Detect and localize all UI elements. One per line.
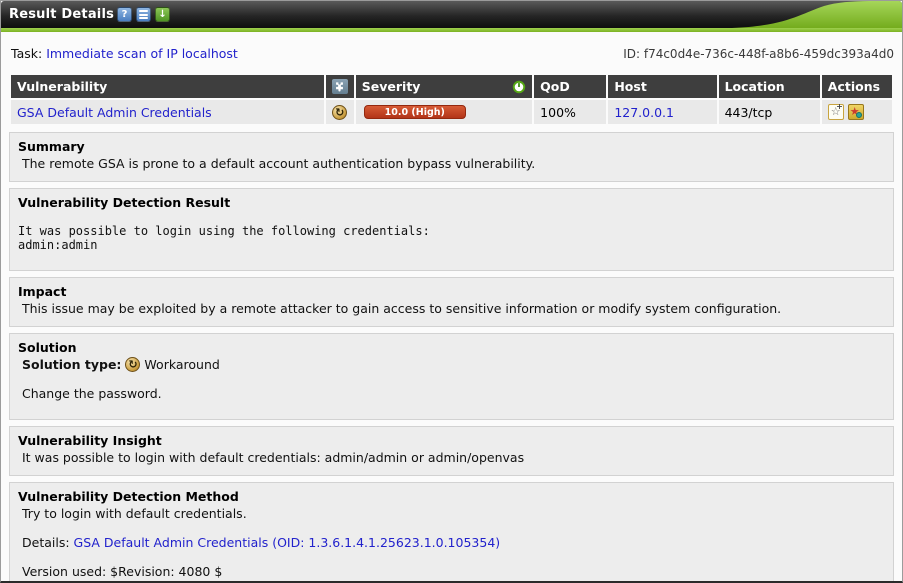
- result-table: Vulnerability Severity: [9, 73, 894, 126]
- severity-cell: 10.0 (High): [356, 100, 532, 124]
- detection-result-title: Vulnerability Detection Result: [18, 195, 885, 210]
- table-header-row: Vulnerability Severity: [11, 75, 892, 98]
- solution-body: Change the password.: [22, 386, 885, 401]
- detection-result-line2: admin:admin: [18, 238, 885, 252]
- list-icon[interactable]: [136, 7, 151, 22]
- insight-body: It was possible to login with default cr…: [22, 450, 885, 465]
- impact-body: This issue may be exploited by a remote …: [22, 301, 885, 316]
- page-title: Result Details: [9, 7, 114, 22]
- host-cell: 127.0.0.1: [608, 100, 716, 124]
- solution-type-value: Workaround: [144, 357, 219, 372]
- section-detection-result: Vulnerability Detection Result It was po…: [9, 188, 894, 271]
- help-icon[interactable]: ?: [117, 7, 132, 22]
- section-insight: Vulnerability Insight It was possible to…: [9, 426, 894, 476]
- location-cell: 443/tcp: [719, 100, 820, 124]
- version-used: Version used: $Revision: 4080 $: [22, 564, 885, 579]
- task-label-group: Task: Immediate scan of IP localhost: [11, 46, 238, 61]
- detection-method-title: Vulnerability Detection Method: [18, 489, 885, 504]
- detection-method-details: Details: GSA Default Admin Credentials (…: [22, 535, 885, 550]
- green-swoosh-decoration: [732, 1, 902, 28]
- summary-title: Summary: [18, 139, 885, 154]
- puzzle-icon: [332, 79, 348, 94]
- result-row: GSA Default Admin Credentials ↻ 10.0 (Hi…: [11, 100, 892, 124]
- solution-type-label: Solution type:: [22, 357, 121, 372]
- task-link[interactable]: Immediate scan of IP localhost: [46, 46, 238, 61]
- titlebar-icons: ? ↓: [117, 7, 170, 22]
- note-plus-glyph: +: [836, 102, 843, 111]
- solution-type-line: Solution type: ↻ Workaround: [22, 357, 885, 372]
- titlebar: Result Details ? ↓: [1, 1, 902, 28]
- list-icon-bars: [139, 10, 148, 19]
- task-line: Task: Immediate scan of IP localhost ID:…: [11, 46, 894, 61]
- content-area: Task: Immediate scan of IP localhost ID:…: [1, 32, 902, 583]
- vulnerability-cell: GSA Default Admin Credentials: [11, 100, 324, 124]
- section-detection-method: Vulnerability Detection Method Try to lo…: [9, 482, 894, 583]
- summary-body: The remote GSA is prone to a default acc…: [22, 156, 885, 171]
- section-summary: Summary The remote GSA is prone to a def…: [9, 132, 894, 182]
- actions-cell: ☆ + ★: [822, 100, 892, 124]
- details-label: Details:: [22, 535, 70, 550]
- task-label: Task:: [11, 46, 42, 61]
- add-note-icon[interactable]: ☆ +: [828, 104, 844, 120]
- detection-method-body: Try to login with default credentials.: [22, 506, 885, 521]
- download-icon[interactable]: ↓: [155, 7, 170, 22]
- col-header-vulnerability: Vulnerability: [11, 75, 324, 98]
- col-header-actions: Actions: [822, 75, 892, 98]
- result-details-page: Result Details ? ↓ Task: Immediate scan: [0, 0, 903, 583]
- col-header-host: Host: [608, 75, 716, 98]
- col-header-qod: QoD: [534, 75, 606, 98]
- solution-title: Solution: [18, 340, 885, 355]
- workaround-icon: ↻: [125, 357, 140, 372]
- qod-cell: 100%: [534, 100, 606, 124]
- severity-bar: 10.0 (High): [364, 105, 466, 119]
- workaround-icon: ↻: [332, 105, 347, 120]
- result-id: ID: f74c0d4e-736c-448f-a8b6-459dc393a4d0: [623, 47, 894, 61]
- vulnerability-link[interactable]: GSA Default Admin Credentials: [17, 105, 212, 120]
- detection-result-line1: It was possible to login using the follo…: [18, 224, 885, 238]
- section-solution: Solution Solution type: ↻ Workaround Cha…: [9, 333, 894, 420]
- details-link[interactable]: GSA Default Admin Credentials (OID: 1.3.…: [74, 535, 501, 550]
- override-dot: [856, 112, 862, 118]
- severity-header-label: Severity: [362, 79, 421, 94]
- host-link[interactable]: 127.0.0.1: [614, 105, 674, 120]
- overrides-toggle-icon[interactable]: [512, 80, 526, 94]
- col-header-solution-type: [326, 75, 354, 98]
- insight-title: Vulnerability Insight: [18, 433, 885, 448]
- col-header-severity: Severity: [356, 75, 532, 98]
- col-header-location: Location: [719, 75, 820, 98]
- add-override-icon[interactable]: ★: [848, 104, 864, 120]
- section-impact: Impact This issue may be exploited by a …: [9, 277, 894, 327]
- impact-title: Impact: [18, 284, 885, 299]
- solution-type-cell: ↻: [326, 100, 354, 124]
